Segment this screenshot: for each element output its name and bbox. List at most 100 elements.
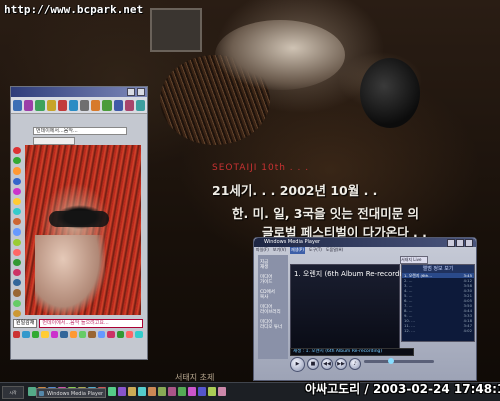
quick-launch-icon[interactable] bbox=[148, 387, 156, 396]
sidebar-icon[interactable] bbox=[13, 258, 21, 267]
seek-slider[interactable] bbox=[364, 358, 434, 364]
quick-launch-icon[interactable] bbox=[208, 387, 216, 396]
toolbar-icon[interactable] bbox=[13, 99, 23, 111]
emoticon-icon[interactable] bbox=[31, 331, 40, 338]
emoticon-icon[interactable] bbox=[78, 331, 87, 338]
status-row: 원일감재 번데이에서...음악 들으려고요... bbox=[13, 318, 143, 328]
sidebar-icon[interactable] bbox=[13, 279, 21, 287]
close-button[interactable] bbox=[465, 239, 473, 247]
toolbar-icon[interactable] bbox=[102, 99, 112, 111]
menu-item[interactable]: 파일(F) bbox=[256, 247, 269, 254]
profile-photo bbox=[25, 145, 141, 315]
toolbar-icon[interactable] bbox=[80, 99, 90, 111]
emoticon-icon[interactable] bbox=[50, 331, 59, 338]
sidebar-icon[interactable] bbox=[13, 197, 21, 206]
quick-launch-icon[interactable] bbox=[198, 387, 206, 396]
toolbar-icon[interactable] bbox=[24, 99, 34, 111]
quick-launch-icon[interactable] bbox=[158, 387, 166, 396]
playlist-row[interactable]: 12. ... 4:02 bbox=[402, 328, 474, 333]
sidebar-icon[interactable] bbox=[13, 208, 21, 216]
sidebar-icon[interactable] bbox=[13, 289, 21, 297]
playback-status: 재생 : 1. 오렌지 (6th Album Re-recording) bbox=[290, 348, 414, 356]
toolbar-icon[interactable] bbox=[91, 99, 101, 111]
emoticon-icon[interactable] bbox=[126, 331, 134, 338]
taskbar-item[interactable]: 미디어 라디오 튜너 bbox=[260, 320, 287, 330]
maximize-button[interactable] bbox=[456, 239, 464, 247]
taskbar-item[interactable]: 미디어 가이드 bbox=[260, 275, 287, 285]
sidebar-icon[interactable] bbox=[13, 218, 21, 226]
minimize-button[interactable] bbox=[127, 88, 135, 96]
wallpaper-text-line-2: 한. 미. 일, 3국을 잇는 전대미문 의 bbox=[232, 206, 420, 221]
sidebar-icon[interactable] bbox=[13, 167, 21, 175]
mute-button[interactable]: ♪ bbox=[349, 358, 361, 370]
minimize-button[interactable] bbox=[447, 239, 455, 247]
playlist-dropdown[interactable]: 서태지 Live bbox=[400, 256, 428, 264]
emoticon-icon[interactable] bbox=[13, 331, 21, 338]
next-button[interactable]: ▶▶ bbox=[335, 358, 347, 370]
sidebar-icon[interactable] bbox=[13, 299, 21, 307]
emoticon-icon[interactable] bbox=[41, 331, 49, 338]
playlist-duration: 4:02 bbox=[463, 328, 472, 333]
quick-launch-icon[interactable] bbox=[128, 387, 136, 396]
sidebar-icon[interactable] bbox=[13, 269, 21, 277]
status-label[interactable]: 원일감재 bbox=[13, 318, 38, 328]
taskbar-task-media-player[interactable]: Windows Media Player bbox=[36, 388, 106, 398]
status-message-field[interactable]: 번데이에서...음악 들으려고요... bbox=[39, 318, 143, 328]
wallpaper-poster bbox=[150, 8, 202, 52]
taskbar-item[interactable]: CD에서 복사 bbox=[260, 290, 287, 300]
emoticon-icon[interactable] bbox=[60, 331, 68, 338]
previous-button[interactable]: ◀◀ bbox=[321, 358, 333, 370]
menu-item[interactable]: 도움말(H) bbox=[326, 247, 343, 254]
quick-launch-icon[interactable] bbox=[108, 387, 116, 396]
emoticon-icon[interactable] bbox=[97, 331, 106, 338]
taskbar-item[interactable]: 지금 재생 bbox=[260, 260, 287, 270]
chat-secondary-input[interactable] bbox=[33, 137, 75, 145]
media-player-window[interactable]: Windows Media Player 파일(F) 보기(V) 재생(P) 도구(T… bbox=[253, 237, 477, 381]
media-player-menubar: 파일(F) 보기(V) 재생(P) 도구(T) 도움말(H) bbox=[256, 247, 343, 254]
emoticon-icon[interactable] bbox=[116, 331, 125, 338]
menu-item[interactable]: 도구(T) bbox=[309, 247, 322, 254]
stop-button[interactable]: ■ bbox=[307, 358, 319, 370]
menu-item[interactable]: 보기(V) bbox=[273, 247, 286, 254]
chat-window[interactable]: 번데이에서...음악... 원일감재 번데이에서...음악 들으려고요... bbox=[10, 86, 148, 360]
profile-photo-sunglasses bbox=[49, 211, 109, 227]
sidebar-icon[interactable] bbox=[13, 309, 21, 317]
quick-launch-icon[interactable] bbox=[28, 387, 36, 396]
play-button[interactable]: ▶ bbox=[290, 356, 305, 372]
sidebar-icon[interactable] bbox=[13, 248, 21, 256]
toolbar-icon[interactable] bbox=[35, 99, 45, 111]
sidebar-icon[interactable] bbox=[13, 147, 21, 155]
toolbar-icon[interactable] bbox=[135, 99, 146, 111]
sidebar-icon[interactable] bbox=[13, 157, 21, 165]
toolbar-icon[interactable] bbox=[68, 99, 79, 111]
emoticon-icon[interactable] bbox=[88, 331, 96, 338]
sidebar-icon[interactable] bbox=[13, 228, 21, 236]
emoticon-icon[interactable] bbox=[69, 331, 77, 338]
toolbar-icon[interactable] bbox=[124, 99, 134, 111]
emoticon-icon[interactable] bbox=[22, 331, 30, 338]
sidebar-icon[interactable] bbox=[13, 187, 21, 195]
quick-launch-icon[interactable] bbox=[188, 387, 196, 396]
start-button[interactable]: 시작 bbox=[2, 386, 24, 399]
toolbar-icon[interactable] bbox=[57, 99, 67, 111]
quick-launch-icon[interactable] bbox=[218, 387, 226, 396]
desktop-url-text: http://www.bcpark.net bbox=[4, 3, 144, 16]
emoticon-icon[interactable] bbox=[107, 331, 115, 338]
sidebar-icon[interactable] bbox=[13, 177, 21, 185]
wallpaper-title-line: SEOTAIJI 10th . . . bbox=[212, 163, 310, 173]
toolbar-icon[interactable] bbox=[46, 99, 56, 111]
chat-window-titlebar[interactable] bbox=[11, 87, 147, 97]
menu-item[interactable]: 재생(P) bbox=[290, 247, 305, 254]
emoticon-icon[interactable] bbox=[135, 331, 143, 338]
chat-message-input[interactable]: 번데이에서...음악... bbox=[33, 127, 127, 135]
sidebar-icon[interactable] bbox=[13, 238, 21, 246]
media-player-titlebar[interactable]: Windows Media Player bbox=[254, 238, 476, 247]
taskbar-item[interactable]: 미디어 라이브러리 bbox=[260, 305, 287, 315]
quick-launch-icon[interactable] bbox=[118, 387, 126, 396]
quick-launch-icon[interactable] bbox=[178, 387, 186, 396]
close-button[interactable] bbox=[137, 88, 145, 96]
quick-launch-icon[interactable] bbox=[168, 387, 176, 396]
album-info-header[interactable]: 앨범 정보 보기 bbox=[402, 265, 474, 273]
toolbar-icon[interactable] bbox=[113, 99, 123, 111]
quick-launch-icon[interactable] bbox=[138, 387, 146, 396]
